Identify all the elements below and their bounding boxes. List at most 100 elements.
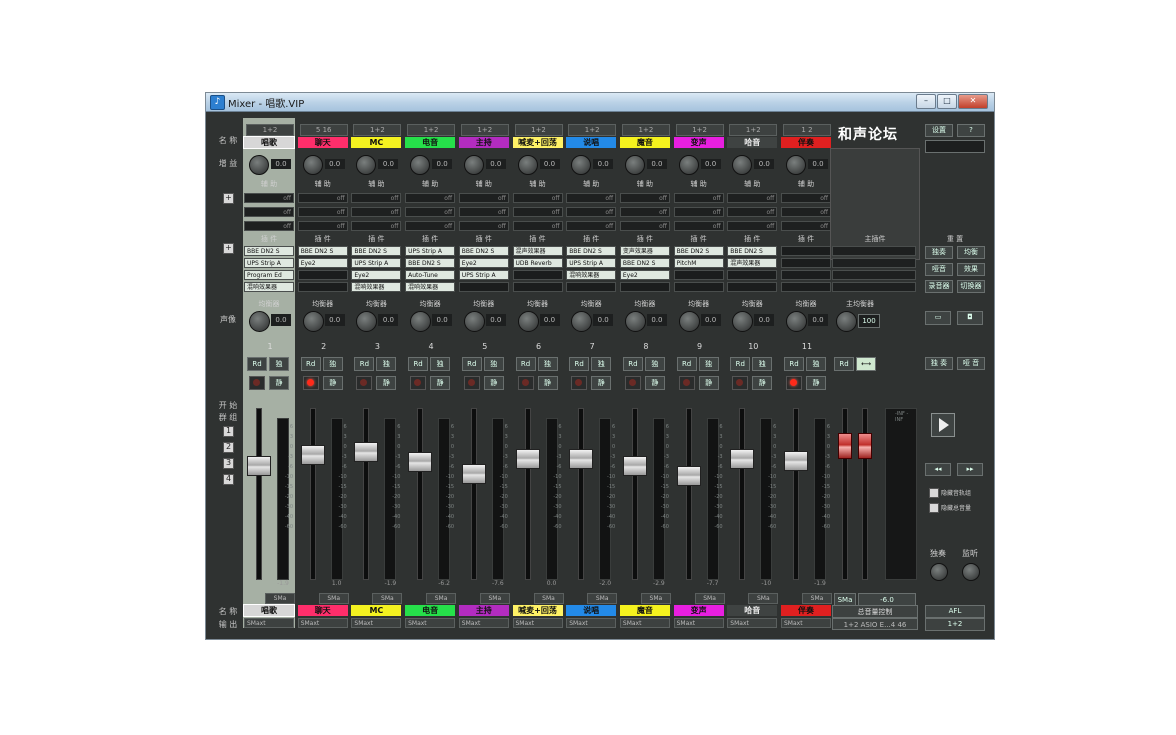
solo-button[interactable]: 独 [644, 357, 665, 371]
output-select[interactable]: SMaxt [351, 618, 402, 628]
aux-send-slot[interactable]: off [297, 193, 348, 203]
mute-button[interactable]: 静 [698, 376, 719, 390]
output-select[interactable]: SMaxt [619, 618, 670, 628]
output-select[interactable]: SMaxt [566, 618, 617, 628]
channel-name[interactable]: 伴奏 [781, 137, 831, 148]
pan-knob[interactable] [678, 311, 700, 332]
close-button[interactable]: ✕ [958, 94, 988, 109]
input-select[interactable]: 1+2 [675, 124, 724, 136]
insert-slot[interactable] [781, 246, 831, 256]
insert-slot[interactable]: UPS Strip A [458, 270, 509, 280]
output-mode-select[interactable]: SMa [479, 593, 510, 604]
read-button[interactable]: Rd [676, 357, 697, 371]
input-select[interactable]: 1+2 [621, 124, 670, 136]
insert-slot[interactable]: Eye2 [458, 258, 509, 268]
solo-button[interactable]: 独 [591, 357, 612, 371]
read-button[interactable]: Rd [354, 357, 375, 371]
insert-slot[interactable] [781, 258, 831, 268]
volume-fader[interactable] [730, 448, 755, 469]
channel-name[interactable]: 聊天 [297, 137, 348, 148]
aux-send-slot[interactable]: off [297, 207, 348, 217]
output-mode-select[interactable]: SMa [265, 593, 295, 604]
group-1-icon[interactable]: 1 [223, 426, 234, 437]
output-mode-select[interactable]: SMa [587, 593, 618, 604]
insert-slot[interactable]: 混响效果器 [244, 282, 294, 292]
pan-knob[interactable] [463, 311, 485, 332]
gain-knob[interactable] [517, 155, 538, 175]
afl-button[interactable]: AFL [925, 605, 985, 618]
insert-slot[interactable] [512, 270, 563, 280]
solo-button[interactable]: 独 [698, 357, 719, 371]
solo-button[interactable]: 独 [537, 357, 558, 371]
master-fader-right[interactable] [858, 433, 872, 459]
insert-slot[interactable]: UPS Strip A [244, 258, 294, 268]
channel-name[interactable]: 魔音 [619, 137, 670, 148]
insert-slot[interactable] [673, 270, 724, 280]
output-mode-select[interactable]: SMa [533, 593, 564, 604]
aux-send-slot[interactable]: off [619, 207, 670, 217]
master-pan-knob[interactable] [836, 311, 857, 332]
next-button[interactable]: ▸▸ [957, 463, 983, 476]
settings-button[interactable]: 设置 [925, 124, 953, 137]
mute-button[interactable]: 静 [644, 376, 665, 390]
solo-level-knob[interactable] [930, 563, 948, 581]
input-select[interactable]: 1+2 [246, 124, 294, 136]
aux-send-slot[interactable]: off [727, 207, 778, 217]
record-arm-button[interactable] [410, 376, 427, 390]
insert-slot[interactable]: BBE DN2 S [619, 258, 670, 268]
solo-button[interactable]: 独 [806, 357, 826, 371]
insert-slot[interactable]: Program Ed [244, 270, 294, 280]
aux-send-slot[interactable]: off [727, 221, 778, 231]
record-arm-button[interactable] [517, 376, 534, 390]
output-select[interactable]: SMaxt [781, 618, 831, 628]
input-select[interactable]: 1+2 [407, 124, 456, 136]
mute-button[interactable]: 静 [591, 376, 612, 390]
master-output[interactable]: 1+2 ASIO E...4 46 [832, 618, 918, 630]
solo-button[interactable]: 独 [322, 357, 343, 371]
aux-send-slot[interactable]: off [781, 207, 831, 217]
insert-slot[interactable] [727, 270, 778, 280]
insert-slot[interactable]: UPS Strip A [566, 258, 617, 268]
aux-send-slot[interactable]: off [458, 193, 509, 203]
group-2-icon[interactable]: 2 [223, 442, 234, 453]
output-select[interactable]: SMaxt [244, 618, 294, 628]
volume-fader[interactable] [300, 445, 325, 466]
pan-knob[interactable] [410, 311, 432, 332]
aux-send-slot[interactable]: off [297, 221, 348, 231]
hide-track-group-checkbox[interactable] [929, 488, 939, 498]
insert-slot[interactable]: BBE DN2 S [458, 246, 509, 256]
insert-slot[interactable] [619, 282, 670, 292]
output-mode-select[interactable]: SMa [802, 593, 832, 604]
gain-knob[interactable] [356, 155, 377, 175]
solo-button[interactable]: 独 [376, 357, 397, 371]
channel-name[interactable]: 唱歌 [243, 136, 295, 149]
gain-knob[interactable] [786, 155, 806, 175]
mute-func-button[interactable]: 哑音 [925, 263, 953, 276]
insert-slot[interactable] [458, 282, 509, 292]
master-insert-1[interactable] [832, 246, 916, 256]
solo-button[interactable]: 独 奏 [925, 357, 953, 370]
aux-send-slot[interactable]: off [673, 193, 724, 203]
aux-send-slot[interactable]: off [566, 221, 617, 231]
aux-send-slot[interactable]: off [512, 221, 563, 231]
pan-knob[interactable] [249, 311, 270, 332]
channel-name[interactable]: 变声 [673, 137, 724, 148]
insert-slot[interactable]: UPS Strip A [351, 258, 402, 268]
channel-name[interactable]: 喊麦+回荡 [512, 137, 563, 148]
read-button[interactable]: Rd [300, 357, 321, 371]
insert-slot[interactable]: Eye2 [351, 270, 402, 280]
mute-button[interactable]: 哑 音 [957, 357, 985, 370]
insert-slot[interactable]: 混声效果器 [512, 246, 563, 256]
master-link-button[interactable]: ⟷ [856, 357, 876, 371]
insert-slot[interactable]: Eye2 [297, 258, 348, 268]
read-button[interactable]: Rd [730, 357, 751, 371]
record-arm-button[interactable] [463, 376, 480, 390]
mute-button[interactable]: 静 [430, 376, 451, 390]
insert-slot[interactable]: 混声效果器 [727, 258, 778, 268]
aux-send-slot[interactable]: off [781, 221, 831, 231]
aux-send-slot[interactable]: off [727, 193, 778, 203]
monitor-icon[interactable]: ▭ [925, 311, 951, 325]
master-insert-2[interactable] [832, 258, 916, 268]
pan-knob[interactable] [356, 311, 378, 332]
aux-send-slot[interactable]: off [351, 193, 402, 203]
